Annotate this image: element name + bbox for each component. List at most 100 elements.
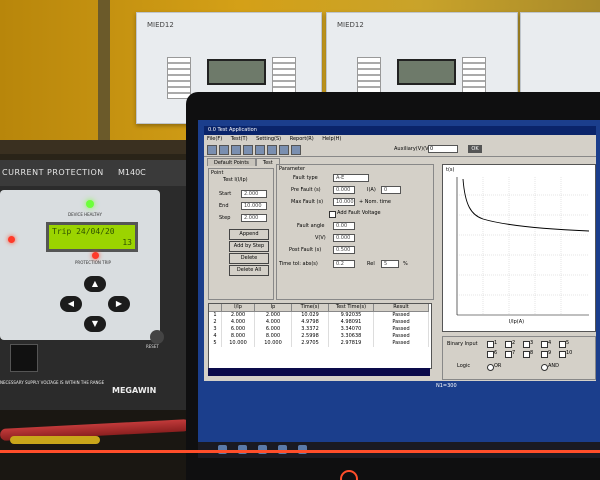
post-fault-label: Post Fault (s) bbox=[289, 247, 322, 253]
binary-input-4-checkbox[interactable] bbox=[541, 341, 548, 348]
auxiliary-input[interactable]: 0 bbox=[428, 145, 458, 153]
table-row[interactable]: 5 10.000 10.000 2.9705 2.97819 Passed bbox=[209, 340, 431, 347]
device-port bbox=[10, 344, 38, 372]
save-icon[interactable] bbox=[219, 145, 229, 155]
rel-label: Rel bbox=[367, 261, 375, 267]
binary-input-6-checkbox[interactable] bbox=[487, 351, 494, 358]
logic-or-radio[interactable] bbox=[487, 364, 494, 371]
stop-icon[interactable] bbox=[255, 145, 265, 155]
binary-input-7-label: 7 bbox=[512, 350, 516, 356]
nav-down-button[interactable]: ▼ bbox=[84, 316, 106, 332]
table-row[interactable]: 2 4.000 4.000 4.9798 4.98091 Passed bbox=[209, 319, 431, 326]
binary-input-10-label: 10 bbox=[566, 350, 573, 356]
app-status-area: N1=300 bbox=[204, 381, 596, 436]
cell: 1 bbox=[209, 312, 222, 319]
delete-all-button[interactable]: Delete All bbox=[229, 265, 269, 276]
logic-and-radio[interactable] bbox=[541, 364, 548, 371]
start-input[interactable]: 2.000 bbox=[241, 190, 267, 198]
post-fault-input[interactable]: 0.500 bbox=[333, 246, 355, 254]
menu-setting[interactable]: Setting(S) bbox=[256, 136, 281, 142]
toolbar: Auxiliary(V)(V) 0 OK bbox=[204, 144, 596, 157]
i-input[interactable]: 0 bbox=[381, 186, 401, 194]
binary-input-9-checkbox[interactable] bbox=[541, 351, 548, 358]
add-voltage-checkbox[interactable] bbox=[329, 211, 336, 218]
menu-report[interactable]: Report(R) bbox=[290, 136, 314, 142]
cell: 2.5998 bbox=[292, 333, 329, 340]
binary-input-7-checkbox[interactable] bbox=[505, 351, 512, 358]
healthy-led-icon bbox=[86, 200, 94, 208]
fault-angle-input[interactable]: 0.00 bbox=[333, 222, 355, 230]
cell: 8.000 bbox=[222, 333, 255, 340]
menu-help[interactable]: Help(H) bbox=[322, 136, 341, 142]
binary-input-3-checkbox[interactable] bbox=[523, 341, 530, 348]
logic-label: Logic bbox=[457, 363, 471, 369]
parameter-group-label: Parameter bbox=[279, 166, 306, 172]
cell: 3.3372 bbox=[292, 326, 329, 333]
binary-input-5-checkbox[interactable] bbox=[559, 341, 566, 348]
end-input[interactable]: 10.000 bbox=[241, 202, 267, 210]
delete-button[interactable]: Delete bbox=[229, 253, 269, 264]
time-tol-label: Time tol: abs(s) bbox=[279, 261, 318, 267]
menu-file[interactable]: File(F) bbox=[207, 136, 222, 142]
append-button[interactable]: Append bbox=[229, 229, 269, 240]
cell: Passed bbox=[374, 312, 429, 319]
nom-time-label: + Nom. time bbox=[359, 199, 391, 205]
device-header: CURRENT PROTECTION M140C bbox=[0, 160, 186, 186]
cell: 2.000 bbox=[222, 312, 255, 319]
logic-or-label: OR bbox=[494, 363, 502, 369]
cell: 5 bbox=[209, 340, 222, 347]
device-faceplate: DEVICE HEALTHY Trip 24/04/20 13 PROTECTI… bbox=[0, 190, 160, 340]
lcd-extra: 13 bbox=[122, 238, 132, 247]
open-icon[interactable] bbox=[207, 145, 217, 155]
auxiliary-ok-button[interactable]: OK bbox=[468, 145, 482, 153]
step-input[interactable]: 2.000 bbox=[241, 214, 267, 222]
menu-bar: File(F) Test(T) Setting(S) Report(R) Hel… bbox=[204, 135, 596, 144]
binary-input-2-checkbox[interactable] bbox=[505, 341, 512, 348]
fault-type-label: Fault type bbox=[293, 175, 318, 181]
relay-display bbox=[397, 59, 456, 85]
lcd-text: Trip 24/04/20 bbox=[52, 227, 115, 236]
binary-input-8-checkbox[interactable] bbox=[523, 351, 530, 358]
status-text: N1=300 bbox=[436, 383, 457, 389]
max-fault-input[interactable]: 10.000 bbox=[333, 198, 355, 206]
i-label: I(A) bbox=[367, 187, 376, 193]
menu-test[interactable]: Test(T) bbox=[231, 136, 248, 142]
step-label: Step bbox=[219, 215, 231, 221]
max-fault-label: Max Fault (s) bbox=[291, 199, 324, 205]
time-tol-input[interactable]: 0.2 bbox=[333, 260, 355, 268]
reset-button[interactable] bbox=[150, 330, 164, 344]
binary-input-group: Binary Input 1 2 3 4 5 6 7 8 9 10 Logic … bbox=[442, 336, 596, 380]
results-table: I/Ip Ip Time(s) Test Time(s) Result 1 2.… bbox=[208, 303, 432, 369]
pre-fault-label: Pre Fault (s) bbox=[291, 187, 321, 193]
vn-input[interactable]: 0.000 bbox=[333, 234, 355, 242]
point-group: Point Test I(I/Ip) Start 2.000 End 10.00… bbox=[208, 168, 274, 300]
binary-input-8-label: 8 bbox=[530, 350, 534, 356]
graph-grid bbox=[457, 177, 589, 315]
table-row[interactable]: 4 8.000 8.000 2.5998 3.30638 Passed bbox=[209, 333, 431, 340]
binary-input-4-label: 4 bbox=[548, 340, 552, 346]
rel-input[interactable]: 5 bbox=[381, 260, 399, 268]
binary-input-6-label: 6 bbox=[494, 350, 498, 356]
table-header: I/Ip Ip Time(s) Test Time(s) Result bbox=[209, 304, 431, 312]
relay-keypad-left bbox=[167, 57, 191, 99]
table-row[interactable]: 3 6.000 6.000 3.3372 3.34070 Passed bbox=[209, 326, 431, 333]
graph-x-label: I/Ip(A) bbox=[509, 319, 525, 325]
run-icon[interactable] bbox=[243, 145, 253, 155]
report-icon[interactable] bbox=[279, 145, 289, 155]
auxiliary-label: Auxiliary(V)(V) bbox=[394, 146, 431, 152]
fault-type-select[interactable]: A-E bbox=[333, 174, 369, 182]
binary-input-10-checkbox[interactable] bbox=[559, 351, 566, 358]
add-by-step-button[interactable]: Add by Step bbox=[229, 241, 269, 252]
pre-fault-input[interactable]: 0.000 bbox=[333, 186, 355, 194]
video-progress-bar[interactable] bbox=[0, 450, 600, 453]
tab-default-points[interactable]: Default Points bbox=[207, 158, 256, 166]
table-row[interactable]: 1 2.000 2.000 10.029 9.92035 Passed bbox=[209, 312, 431, 319]
cell: 3 bbox=[209, 326, 222, 333]
binary-input-1-checkbox[interactable] bbox=[487, 341, 494, 348]
settings-icon[interactable] bbox=[267, 145, 277, 155]
print-icon[interactable] bbox=[231, 145, 241, 155]
nav-right-button[interactable]: ▶ bbox=[108, 296, 130, 312]
nav-left-button[interactable]: ◀ bbox=[60, 296, 82, 312]
nav-up-button[interactable]: ▲ bbox=[84, 276, 106, 292]
help-icon[interactable] bbox=[291, 145, 301, 155]
